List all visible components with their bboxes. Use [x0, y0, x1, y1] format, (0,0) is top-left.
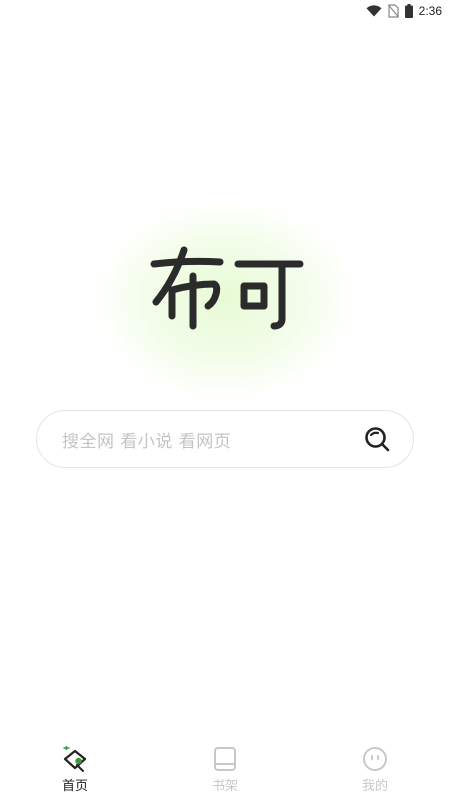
search-bar[interactable]: 搜全网 看小说 看网页 [36, 410, 414, 468]
status-time: 2:36 [418, 4, 442, 18]
bookshelf-icon [213, 746, 237, 772]
profile-icon [362, 746, 388, 772]
wifi-icon [366, 5, 382, 17]
no-sim-icon [387, 4, 399, 18]
home-screen: 2:36 搜全网 看小说 看网页 首页 书架 我的 [0, 0, 450, 800]
app-logo [150, 240, 310, 335]
nav-label-home: 首页 [61, 779, 88, 794]
nav-label-bookshelf: 书架 [211, 779, 238, 794]
nav-item-home[interactable]: 首页 [25, 738, 125, 794]
status-bar: 2:36 [0, 0, 450, 22]
home-icon [61, 746, 89, 772]
nav-item-profile[interactable]: 我的 [325, 738, 425, 794]
search-icon[interactable] [363, 425, 391, 453]
bottom-nav: 首页 书架 我的 [0, 738, 450, 800]
battery-icon [404, 4, 413, 18]
logo-wordmark-icon [150, 246, 304, 330]
nav-item-bookshelf[interactable]: 书架 [175, 738, 275, 794]
search-input[interactable]: 搜全网 看小说 看网页 [62, 427, 363, 452]
nav-label-profile: 我的 [361, 779, 388, 794]
